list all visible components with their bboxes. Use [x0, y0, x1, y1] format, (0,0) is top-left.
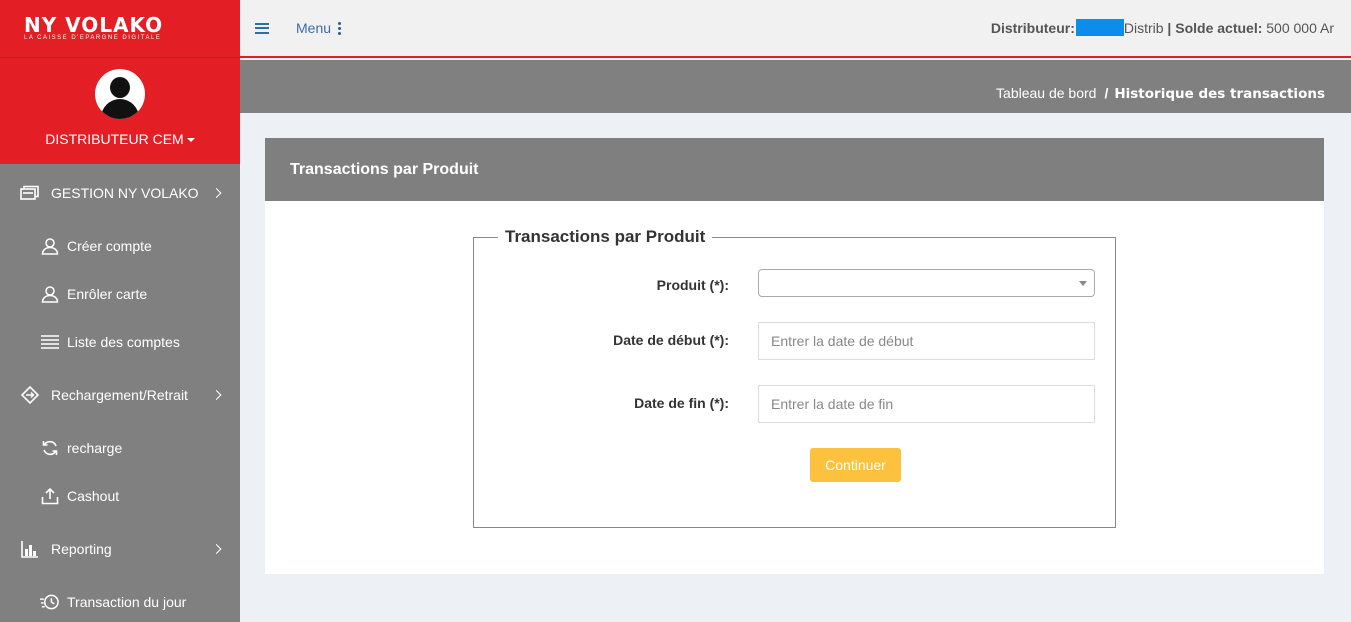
- chevron-right-icon: [211, 544, 222, 554]
- start-date-input[interactable]: [758, 322, 1095, 360]
- upload-icon: [40, 487, 59, 506]
- start-date-label: Date de début (*):: [613, 332, 729, 348]
- brand-name: NY VOLAKO: [24, 13, 164, 37]
- sidebar-item-label: Liste des comptes: [67, 334, 180, 350]
- card-title: Transactions par Produit: [265, 138, 1324, 201]
- start-date-row: Date de début (*):: [474, 322, 1117, 360]
- balance-value: 500 000 Ar: [1266, 20, 1334, 36]
- sidebar-item-label: recharge: [67, 440, 123, 456]
- product-row: Produit (*):: [474, 269, 1117, 307]
- transactions-card: Transactions par Produit Transactions pa…: [265, 138, 1324, 574]
- avatar: [95, 69, 145, 119]
- chevron-right-icon: [211, 188, 222, 198]
- sidebar-section-gestion[interactable]: GESTION NY VOLAKO: [0, 164, 240, 222]
- breadcrumb: Tableau de bord / Historique des transacti…: [996, 85, 1325, 102]
- hamburger-icon[interactable]: [255, 22, 269, 34]
- logo[interactable]: NY VOLAKO LA CAISSE D'EPARGNE DIGITALE: [0, 0, 240, 58]
- sidebar-section-label: GESTION NY VOLAKO: [51, 185, 199, 201]
- redacted-distributor-name: [1075, 19, 1124, 36]
- wallet-icon: [20, 183, 40, 203]
- user-icon: [40, 237, 59, 256]
- transactions-fieldset: Transactions par Produit Produit (*): Da…: [473, 227, 1117, 528]
- breadcrumb-current: Historique des transactions: [1114, 86, 1325, 102]
- user-profile: DISTRIBUTEUR CEM: [0, 58, 240, 164]
- sidebar-item-recharge[interactable]: recharge: [0, 424, 240, 472]
- menu-button[interactable]: Menu: [296, 20, 331, 36]
- end-date-label: Date de fin (*):: [634, 395, 729, 411]
- breadcrumb-home-link[interactable]: Tableau de bord: [996, 85, 1096, 101]
- chevron-right-icon: [211, 390, 222, 400]
- profile-menu-toggle[interactable]: DISTRIBUTEUR CEM: [45, 131, 195, 147]
- separator: |: [1167, 20, 1172, 36]
- kebab-menu-icon[interactable]: [338, 21, 342, 35]
- sidebar-item-transaction-du-jour[interactable]: Transaction du jour: [0, 578, 240, 622]
- exchange-icon: [20, 385, 40, 405]
- account-summary: Distributeur: Distrib | Solde actuel: 500…: [991, 19, 1334, 36]
- brand-tagline: LA CAISSE D'EPARGNE DIGITALE: [24, 35, 162, 41]
- distributor-label: Distributeur:: [990, 20, 1075, 36]
- sidebar-item-label: Transaction du jour: [67, 594, 187, 610]
- sidebar-section-label: Reporting: [51, 541, 112, 557]
- clock-icon: [40, 593, 59, 612]
- breadcrumb-bar: Tableau de bord / Historique des transacti…: [240, 60, 1351, 113]
- sidebar-item-enroler-carte[interactable]: Enrôler carte: [0, 270, 240, 318]
- end-date-row: Date de fin (*):: [474, 385, 1117, 423]
- chart-icon: [20, 539, 40, 559]
- product-select[interactable]: [758, 269, 1095, 297]
- distributor-suffix: Distrib: [1123, 20, 1164, 36]
- sidebar-section-label: Rechargement/Retrait: [51, 387, 188, 403]
- end-date-input[interactable]: [758, 385, 1095, 423]
- sidebar: NY VOLAKO LA CAISSE D'EPARGNE DIGITALE D…: [0, 0, 240, 622]
- sidebar-menu: GESTION NY VOLAKO Créer compte Enrôler c…: [0, 164, 240, 622]
- balance-label: Solde actuel:: [1175, 20, 1263, 36]
- profile-name: DISTRIBUTEUR CEM: [45, 131, 184, 147]
- sidebar-item-label: Enrôler carte: [67, 286, 148, 302]
- sidebar-item-label: Cashout: [67, 488, 120, 504]
- user-icon: [40, 285, 59, 304]
- sidebar-section-reporting[interactable]: Reporting: [0, 520, 240, 578]
- continue-button[interactable]: Continuer: [810, 448, 901, 482]
- dropdown-arrow-icon: [1079, 281, 1087, 286]
- sidebar-item-liste-comptes[interactable]: Liste des comptes: [0, 318, 240, 366]
- fieldset-title: Transactions par Produit: [498, 227, 713, 247]
- refresh-icon: [40, 439, 59, 458]
- sidebar-item-creer-compte[interactable]: Créer compte: [0, 222, 240, 270]
- sidebar-item-cashout[interactable]: Cashout: [0, 472, 240, 520]
- product-label: Produit (*):: [656, 277, 729, 293]
- sidebar-section-rechargement[interactable]: Rechargement/Retrait: [0, 366, 240, 424]
- list-icon: [40, 333, 59, 352]
- breadcrumb-separator: /: [1104, 85, 1109, 101]
- sidebar-item-label: Créer compte: [67, 238, 152, 254]
- caret-down-icon: [186, 138, 195, 143]
- top-bar: Menu Distributeur: Distrib | Solde actuel…: [240, 0, 1351, 58]
